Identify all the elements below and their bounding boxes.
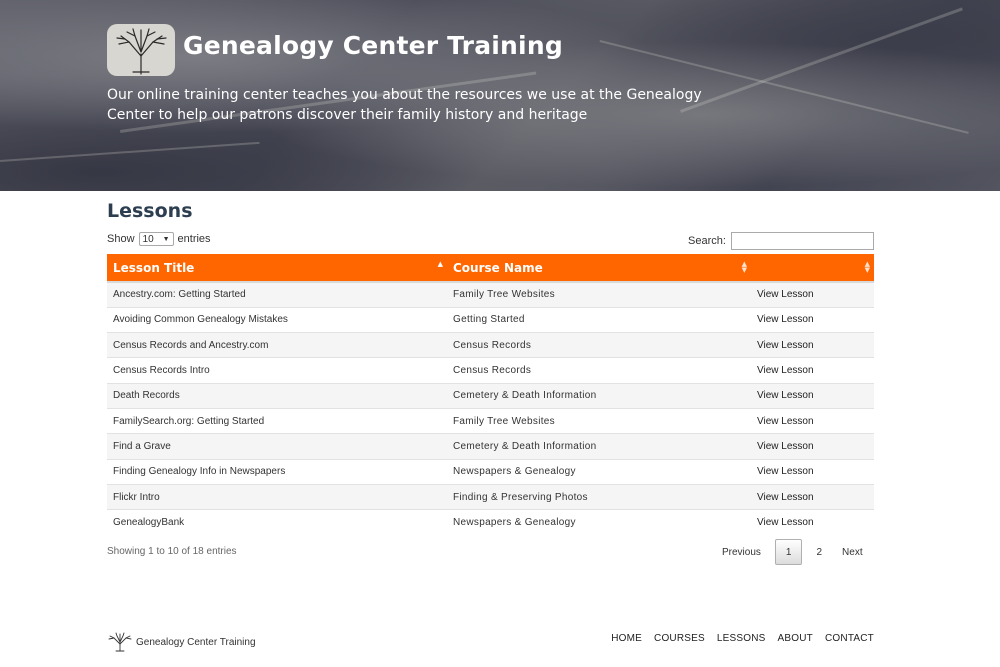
column-header-action[interactable]: ▲ ▼ bbox=[751, 254, 874, 283]
search-label: Search: bbox=[688, 235, 726, 247]
table-row: Census Records and Ancestry.com Census R… bbox=[107, 332, 874, 358]
course-name-cell: Cemetery & Death Information bbox=[447, 382, 751, 409]
view-lesson-link[interactable]: View Lesson bbox=[757, 441, 814, 452]
course-name-cell: Census Records bbox=[447, 357, 751, 384]
course-name-cell: Cemetery & Death Information bbox=[447, 433, 751, 460]
footer-brand[interactable]: Genealogy Center Training bbox=[107, 632, 256, 652]
lesson-title-cell: Census Records Intro bbox=[107, 357, 447, 384]
table-row: Avoiding Common Genealogy Mistakes Getti… bbox=[107, 306, 874, 333]
lesson-title-cell: Ancestry.com: Getting Started bbox=[107, 281, 447, 308]
table-info: Showing 1 to 10 of 18 entries bbox=[107, 546, 237, 557]
column-header-lesson-title[interactable]: Lesson Title ▲ bbox=[107, 254, 447, 283]
view-lesson-link[interactable]: View Lesson bbox=[757, 340, 814, 351]
footer-nav-about[interactable]: ABOUT bbox=[778, 633, 813, 644]
sort-icon: ▲ ▼ bbox=[741, 260, 747, 274]
site-description: Our online training center teaches you a… bbox=[107, 87, 702, 123]
footer-brand-name: Genealogy Center Training bbox=[136, 636, 256, 648]
table-row: Find a Grave Cemetery & Death Informatio… bbox=[107, 433, 874, 460]
course-name-cell: Newspapers & Genealogy bbox=[447, 509, 751, 535]
view-lesson-link[interactable]: View Lesson bbox=[757, 390, 814, 401]
footer-nav-courses[interactable]: COURSES bbox=[654, 633, 705, 644]
course-name-cell: Census Records bbox=[447, 332, 751, 358]
entries-label: entries bbox=[177, 233, 211, 245]
hero-banner: Genealogy Center Training Our online tra… bbox=[0, 0, 1000, 191]
table-row: Flickr Intro Finding & Preserving Photos… bbox=[107, 483, 874, 510]
table-row: GenealogyBank Newspapers & Genealogy Vie… bbox=[107, 509, 874, 535]
view-lesson-link[interactable]: View Lesson bbox=[757, 314, 814, 325]
table-row: Ancestry.com: Getting Started Family Tre… bbox=[107, 281, 874, 308]
course-name-cell: Family Tree Websites bbox=[447, 281, 751, 308]
tree-icon bbox=[116, 28, 167, 75]
view-lesson-link[interactable]: View Lesson bbox=[757, 517, 814, 528]
page-length-value: 10 bbox=[142, 233, 154, 245]
course-name-cell: Getting Started bbox=[447, 306, 751, 333]
lessons-table: Lesson Title ▲ Course Name ▲ ▼ ▲ ▼ Ancestr… bbox=[107, 254, 874, 535]
chevron-down-icon: ▼ bbox=[162, 235, 170, 243]
previous-page-button[interactable]: Previous bbox=[712, 539, 771, 565]
next-page-button[interactable]: Next bbox=[832, 539, 873, 565]
view-lesson-link[interactable]: View Lesson bbox=[757, 492, 814, 503]
table-search: Search: bbox=[688, 232, 874, 250]
page-length-select[interactable]: 10 ▼ bbox=[138, 232, 174, 246]
view-lesson-link[interactable]: View Lesson bbox=[757, 466, 814, 477]
view-lesson-link[interactable]: View Lesson bbox=[757, 289, 814, 300]
page-title: Lessons bbox=[107, 200, 193, 222]
table-row: Census Records Intro Census Records View… bbox=[107, 357, 874, 384]
lesson-title-cell: Flickr Intro bbox=[107, 483, 447, 510]
lesson-title-cell: Avoiding Common Genealogy Mistakes bbox=[107, 306, 447, 333]
lesson-title-cell: Finding Genealogy Info in Newspapers bbox=[107, 458, 447, 485]
course-name-cell: Newspapers & Genealogy bbox=[447, 458, 751, 485]
table-row: Death Records Cemetery & Death Informati… bbox=[107, 382, 874, 409]
sort-icon: ▲ ▼ bbox=[864, 260, 870, 274]
column-header-course-name[interactable]: Course Name ▲ ▼ bbox=[447, 254, 751, 283]
page-button-1[interactable]: 1 bbox=[774, 539, 803, 565]
lesson-title-cell: FamilySearch.org: Getting Started bbox=[107, 407, 447, 434]
site-title[interactable]: Genealogy Center Training bbox=[183, 31, 563, 60]
lesson-title-cell: Census Records and Ancestry.com bbox=[107, 332, 447, 358]
sort-ascending-icon: ▲ bbox=[437, 260, 443, 268]
table-header-row: Lesson Title ▲ Course Name ▲ ▼ ▲ ▼ bbox=[107, 254, 874, 283]
footer-nav-contact[interactable]: CONTACT bbox=[825, 633, 874, 644]
site-logo[interactable] bbox=[107, 24, 175, 76]
table-row: Finding Genealogy Info in Newspapers New… bbox=[107, 458, 874, 485]
page-length-control: Show 10 ▼ entries bbox=[107, 232, 211, 246]
view-lesson-link[interactable]: View Lesson bbox=[757, 416, 814, 427]
lesson-title-cell: Death Records bbox=[107, 382, 447, 409]
view-lesson-link[interactable]: View Lesson bbox=[757, 365, 814, 376]
course-name-cell: Finding & Preserving Photos bbox=[447, 483, 751, 510]
course-name-cell: Family Tree Websites bbox=[447, 407, 751, 434]
footer-nav: HOME COURSES LESSONS ABOUT CONTACT bbox=[611, 633, 874, 644]
lesson-title-cell: GenealogyBank bbox=[107, 509, 447, 535]
footer-nav-lessons[interactable]: LESSONS bbox=[717, 633, 766, 644]
page-button-2[interactable]: 2 bbox=[806, 539, 832, 565]
lesson-title-cell: Find a Grave bbox=[107, 433, 447, 460]
pagination: Previous 1 2 Next bbox=[712, 539, 873, 565]
footer-nav-home[interactable]: HOME bbox=[611, 633, 642, 644]
tree-icon bbox=[108, 632, 132, 652]
table-row: FamilySearch.org: Getting Started Family… bbox=[107, 407, 874, 434]
search-input[interactable] bbox=[730, 232, 874, 250]
show-label: Show bbox=[107, 233, 135, 245]
